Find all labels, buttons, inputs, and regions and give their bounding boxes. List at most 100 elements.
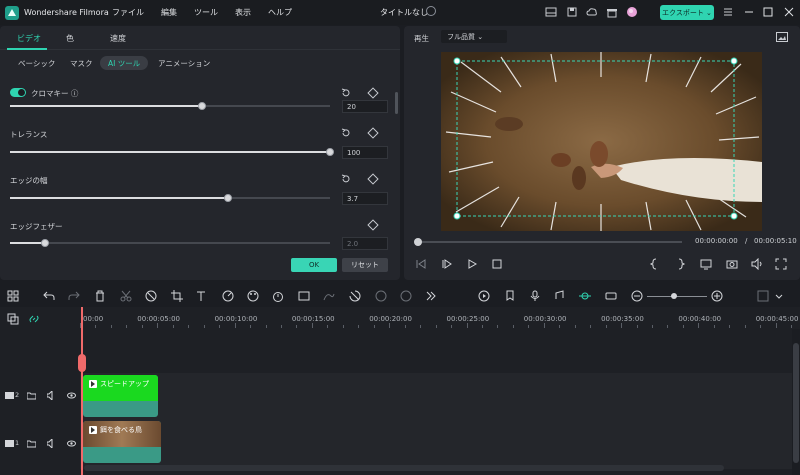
text-icon[interactable] xyxy=(196,290,208,302)
delete-icon[interactable] xyxy=(94,290,106,302)
playhead[interactable] xyxy=(78,307,86,475)
redo-icon[interactable] xyxy=(68,290,80,302)
scroll-thumb[interactable] xyxy=(793,343,799,463)
reset-icon[interactable] xyxy=(341,88,351,98)
add-track-icon[interactable] xyxy=(7,313,19,325)
mark-out-icon[interactable] xyxy=(674,258,686,270)
export-button[interactable]: エクスポート ⌄ xyxy=(660,5,714,20)
keyframe-icon[interactable] xyxy=(367,87,379,99)
gift-icon[interactable] xyxy=(606,6,618,18)
mute-icon[interactable] xyxy=(47,439,56,448)
subtab-mask[interactable]: マスク xyxy=(62,56,101,70)
menu-view[interactable]: 表示 xyxy=(235,7,251,18)
slider-knob[interactable] xyxy=(198,102,206,110)
speed-icon[interactable] xyxy=(222,290,234,302)
play-icon[interactable] xyxy=(466,258,478,270)
prev-frame-icon[interactable] xyxy=(415,258,427,270)
keyframe-icon[interactable] xyxy=(367,173,379,185)
motion-icon[interactable] xyxy=(323,290,335,302)
tab-video[interactable]: ビデオ xyxy=(17,33,41,44)
marker-icon[interactable] xyxy=(504,290,516,302)
zoom-in-icon[interactable] xyxy=(711,290,723,302)
timeline-horizontal-scrollbar[interactable] xyxy=(84,465,724,471)
subtab-ai-tools[interactable]: AI ツール xyxy=(100,56,149,70)
color-palette-icon[interactable] xyxy=(247,290,259,302)
audio-icon[interactable] xyxy=(554,290,566,302)
timeline-vertical-scrollbar[interactable] xyxy=(792,329,800,475)
scrubber-knob[interactable] xyxy=(414,238,422,246)
resize-handle[interactable] xyxy=(730,212,738,220)
zoom-slider[interactable] xyxy=(647,293,707,299)
display-icon[interactable] xyxy=(700,258,712,270)
step-play-icon[interactable] xyxy=(441,258,453,270)
edge-width-slider[interactable] xyxy=(10,194,330,202)
maximize-icon[interactable] xyxy=(762,6,774,18)
mark-in-icon[interactable] xyxy=(649,258,661,270)
subtab-animation[interactable]: アニメーション xyxy=(150,56,218,70)
volume-icon[interactable] xyxy=(751,258,763,270)
ok-button[interactable]: OK xyxy=(291,258,337,272)
timer-icon[interactable] xyxy=(272,290,284,302)
param-value[interactable]: 20 xyxy=(342,100,388,113)
slider-knob[interactable] xyxy=(223,194,232,202)
tolerance-slider[interactable] xyxy=(10,148,334,156)
slider-knob[interactable] xyxy=(326,148,334,156)
save-icon[interactable] xyxy=(566,6,578,18)
snap-icon[interactable] xyxy=(579,290,591,302)
clip-birds-eating[interactable]: 餌を食べる鳥 xyxy=(83,421,161,463)
link-icon[interactable] xyxy=(605,290,617,302)
crop-icon[interactable] xyxy=(171,290,183,302)
panel-scrollbar[interactable] xyxy=(395,92,398,114)
link-clips-icon[interactable] xyxy=(28,313,40,325)
subtab-basic[interactable]: ベーシック xyxy=(10,56,63,70)
layout-grid-icon[interactable] xyxy=(757,290,769,302)
layout-icon[interactable] xyxy=(545,6,557,18)
time-ruler[interactable]: 00:00 00:00:05:00 00:00:10:00 00:00:15:00 00… xyxy=(80,307,798,329)
close-icon[interactable] xyxy=(783,6,795,18)
zoom-knob[interactable] xyxy=(671,293,677,299)
reset-icon[interactable] xyxy=(341,128,351,138)
ai-icon[interactable] xyxy=(375,290,387,302)
fullscreen-icon[interactable] xyxy=(775,258,787,270)
mic-icon[interactable] xyxy=(529,290,541,302)
stabilize-icon[interactable] xyxy=(400,290,412,302)
snapshot-view-icon[interactable] xyxy=(776,32,788,42)
tab-speed[interactable]: 速度 xyxy=(110,33,126,44)
reset-button[interactable]: リセット xyxy=(342,258,388,272)
preview-scrubber[interactable] xyxy=(414,238,682,246)
edge-feather-value[interactable]: 2.0 xyxy=(342,237,388,250)
slider-knob[interactable] xyxy=(41,239,50,247)
resize-handle[interactable] xyxy=(730,57,738,65)
chroma-key-toggle[interactable] xyxy=(10,88,26,97)
undo-icon[interactable] xyxy=(43,290,55,302)
menu-file[interactable]: ファイル xyxy=(112,7,144,18)
minimize-icon[interactable] xyxy=(743,6,755,18)
menu-edit[interactable]: 編集 xyxy=(161,7,177,18)
more-icon[interactable] xyxy=(425,290,437,302)
visibility-icon[interactable] xyxy=(67,439,76,448)
resize-handle[interactable] xyxy=(453,57,461,65)
camera-icon[interactable] xyxy=(726,258,738,270)
cut-icon[interactable] xyxy=(120,290,132,302)
param-slider[interactable] xyxy=(10,102,330,110)
edge-feather-slider[interactable] xyxy=(10,239,330,247)
menu-lines-icon[interactable] xyxy=(722,6,734,18)
video-preview[interactable] xyxy=(441,52,762,231)
stop-icon[interactable] xyxy=(491,258,503,270)
folder-icon[interactable] xyxy=(27,439,36,448)
visibility-icon[interactable] xyxy=(67,391,76,400)
zoom-out-icon[interactable] xyxy=(631,290,643,302)
tolerance-value[interactable]: 100 xyxy=(342,146,388,159)
tab-color[interactable]: 色 xyxy=(66,33,74,44)
keyframe-icon[interactable] xyxy=(367,127,379,139)
keyframe-icon[interactable] xyxy=(367,219,379,231)
menu-tools[interactable]: ツール xyxy=(194,7,218,18)
folder-icon[interactable] xyxy=(27,391,36,400)
edge-width-value[interactable]: 3.7 xyxy=(342,192,388,205)
grid-icon[interactable] xyxy=(7,290,19,302)
dropdown-icon[interactable] xyxy=(773,290,785,302)
mask-icon[interactable] xyxy=(349,290,361,302)
tag-icon[interactable] xyxy=(145,290,157,302)
fit-icon[interactable] xyxy=(298,290,310,302)
quality-select[interactable]: フル品質 ⌄ xyxy=(441,30,507,43)
